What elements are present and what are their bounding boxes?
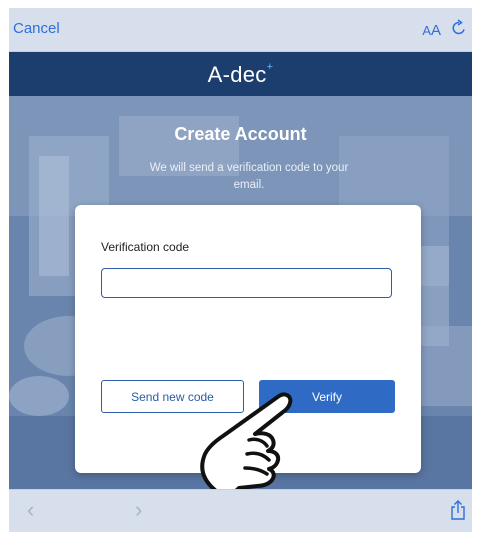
brand-header: A-dec+ (9, 52, 472, 96)
cancel-button[interactable]: Cancel (13, 20, 60, 37)
brand-name: A-dec (207, 62, 267, 87)
text-size-small-glyph: A (422, 23, 431, 38)
text-size-button[interactable]: AA (422, 22, 441, 39)
page-subtitle: We will send a verification code to your… (149, 162, 349, 191)
verification-code-label: Verification code (101, 240, 190, 254)
verification-code-input[interactable] (101, 268, 392, 298)
chevron-left-icon[interactable]: ‹ (27, 498, 34, 522)
brand-mark: + (266, 60, 274, 73)
chevron-right-icon[interactable]: › (135, 498, 142, 522)
bottom-toolbar: ‹ › (9, 489, 472, 532)
top-toolbar: Cancel AA (9, 8, 472, 52)
reload-icon[interactable] (450, 19, 468, 37)
page-title: Create Account (174, 124, 307, 144)
text-size-large-glyph: A (430, 22, 441, 39)
browser-frame: Cancel AA A-dec+ Create Account We will … (9, 8, 472, 532)
brand-logo: A-dec+ (9, 60, 472, 88)
share-icon[interactable] (450, 500, 466, 520)
